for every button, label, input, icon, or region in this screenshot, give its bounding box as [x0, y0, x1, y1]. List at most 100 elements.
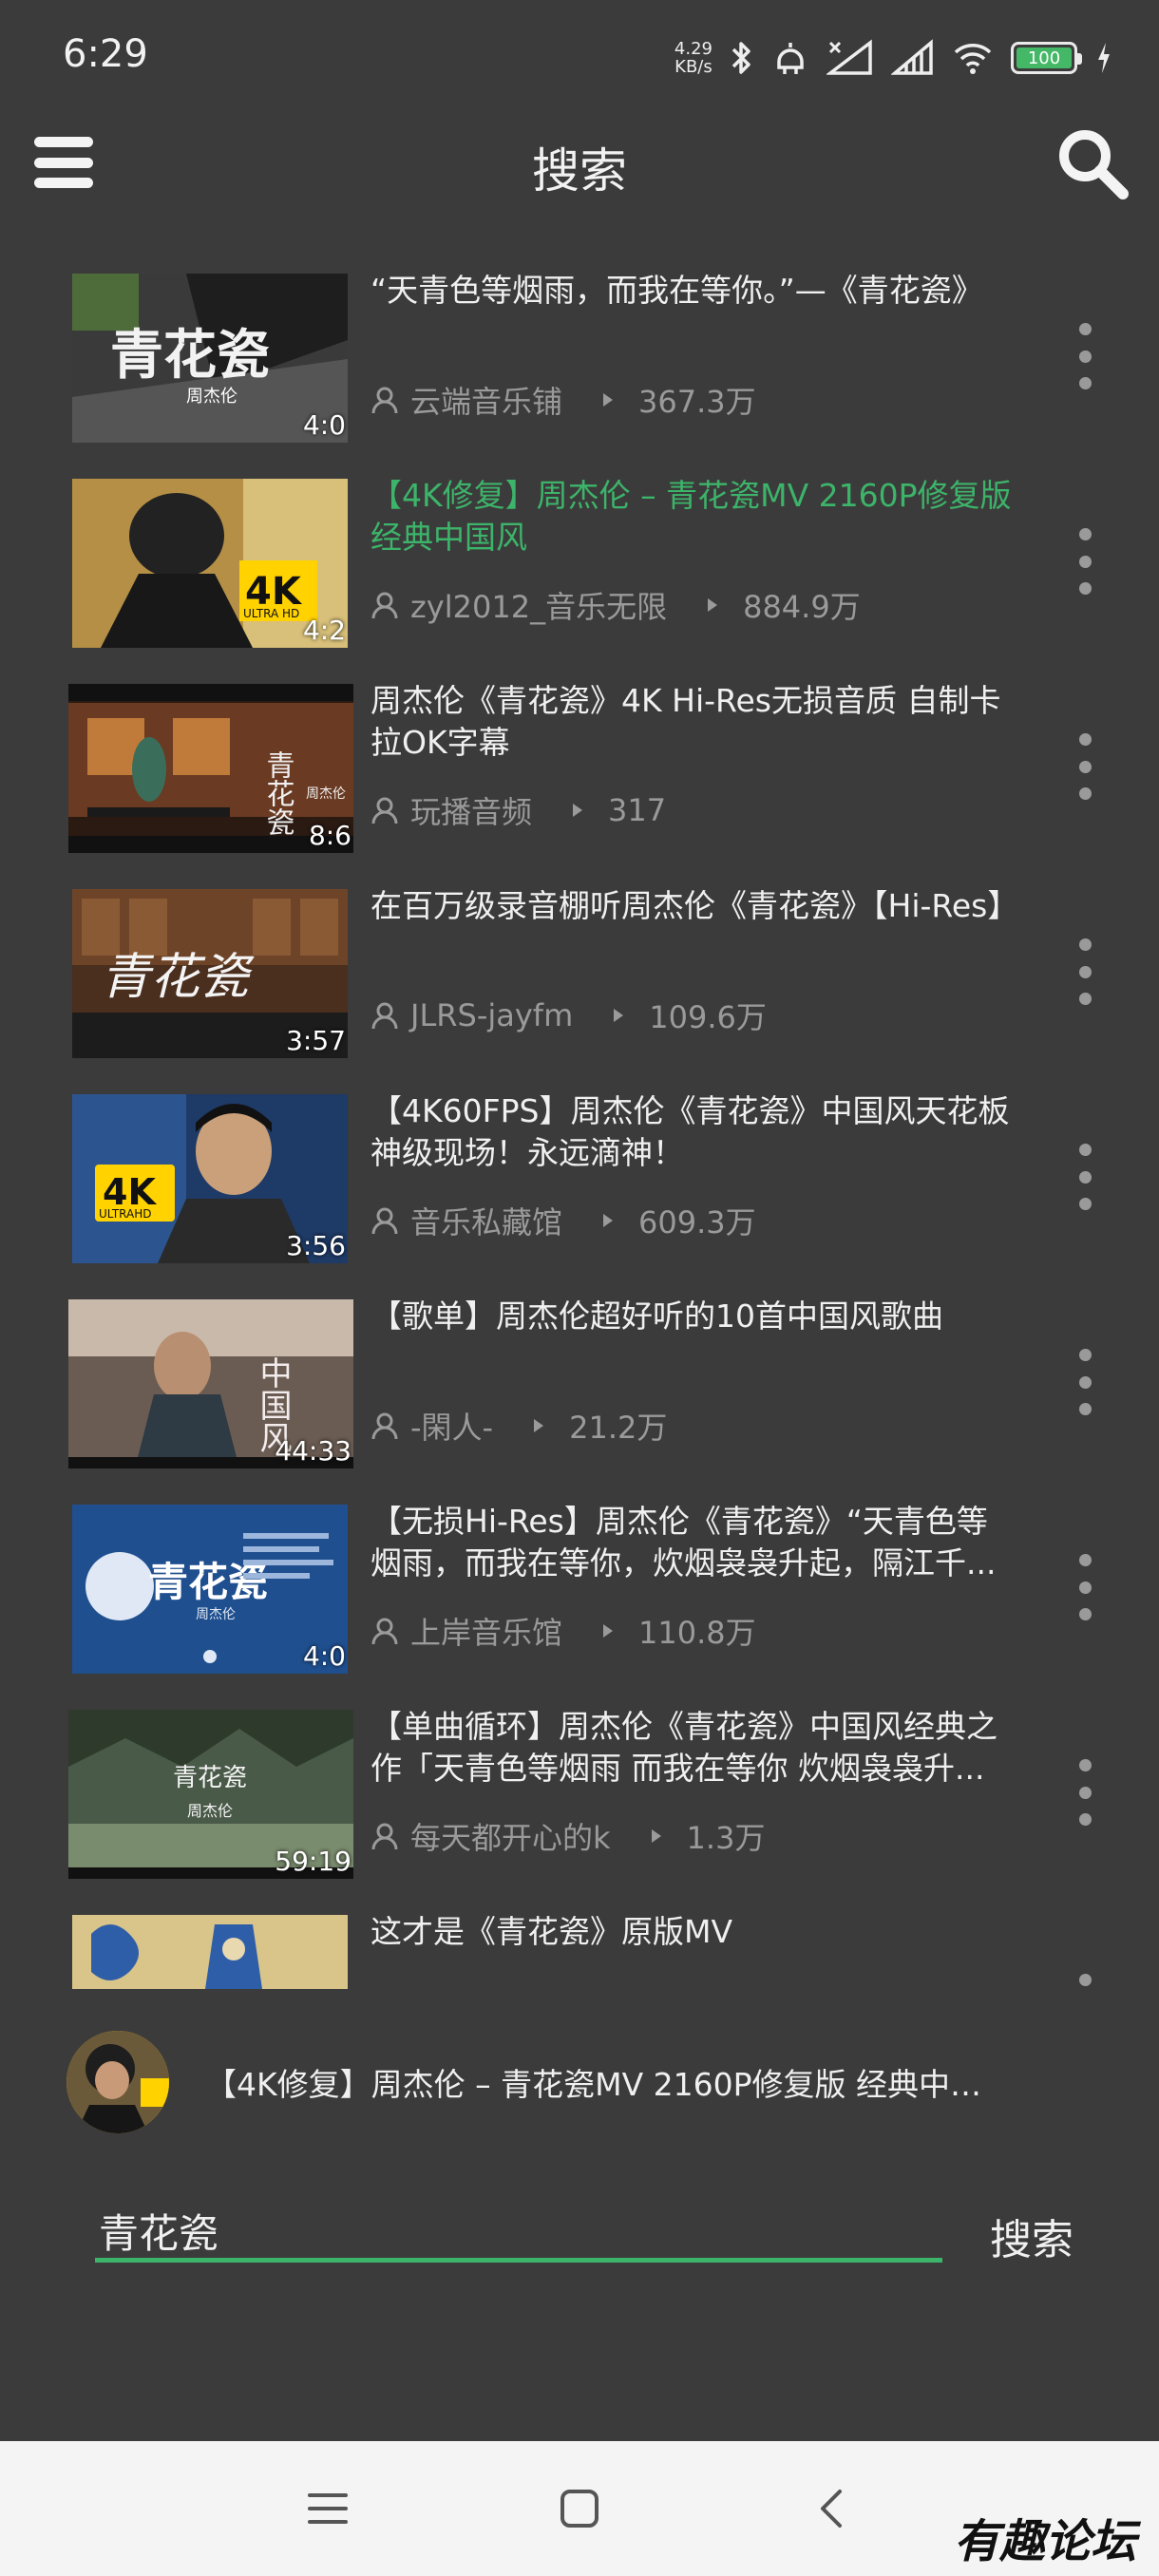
back-icon[interactable]: [798, 2475, 864, 2542]
status-icons: 4.29 KB/s 100: [674, 34, 1113, 82]
net-speed: 4.29 KB/s: [674, 40, 712, 76]
play-count: 109.6万: [649, 999, 767, 1035]
more-options-icon[interactable]: [1075, 1144, 1094, 1210]
search-icon[interactable]: [1053, 123, 1132, 203]
search-button[interactable]: 搜索: [990, 2206, 1074, 2266]
more-options-icon[interactable]: [1075, 1974, 1094, 1987]
video-meta: -閑人- 21.2万: [370, 1404, 667, 1448]
video-thumbnail: 青花瓷 周杰伦 4:0: [72, 1505, 348, 1674]
now-playing-title: 【4K修复】周杰伦 – 青花瓷MV 2160P修复版 经典中…: [205, 2066, 982, 2103]
user-icon: [371, 1207, 398, 1235]
status-bar: 6:29 4.29 KB/s 100: [0, 0, 1159, 114]
play-count-icon: [534, 1419, 544, 1432]
video-meta: 云端音乐铺 367.3万: [370, 378, 756, 422]
play-count: 609.3万: [638, 1204, 756, 1241]
list-item[interactable]: 青花瓷 3:57 在百万级录音棚听周杰伦《青花瓷》【Hi-Res】 JLRS-j…: [0, 881, 1159, 1071]
list-item[interactable]: 青花瓷 周杰伦 8:6 周杰伦《青花瓷》4K Hi-Res无损音质 自制卡拉OK…: [0, 676, 1159, 866]
net-speed-value: 4.29: [674, 39, 712, 59]
user-icon: [371, 1002, 398, 1030]
duration-label: 44:33: [275, 1435, 352, 1467]
more-options-icon[interactable]: [1075, 1554, 1094, 1620]
thumbnail-text: 青花瓷: [101, 949, 255, 1006]
play-count-icon: [614, 1009, 624, 1022]
uploader-name: 玩播音频: [410, 794, 533, 830]
thumbnail-text: 青花瓷: [148, 1559, 268, 1605]
home-icon[interactable]: [546, 2475, 613, 2542]
bluetooth-icon: [730, 39, 754, 77]
video-meta: zyl2012_音乐无限 884.9万: [370, 583, 861, 627]
video-title: 在百万级录音棚听周杰伦《青花瓷》【Hi-Res】: [370, 887, 1016, 924]
wifi-icon: [952, 39, 994, 77]
more-options-icon[interactable]: [1075, 1759, 1094, 1826]
video-thumbnail: [72, 1915, 348, 1989]
play-count-icon: [603, 1624, 614, 1638]
play-count: 317: [608, 792, 667, 828]
video-thumbnail: 4K ULTRAHD 3:56: [72, 1094, 348, 1263]
play-count-icon: [573, 804, 583, 817]
search-input[interactable]: [95, 2204, 942, 2263]
list-item[interactable]: 中国风 44:33 【歌单】周杰伦超好听的10首中国风歌曲 -閑人- 21.2万: [0, 1292, 1159, 1482]
video-meta: JLRS-jayfm 109.6万: [370, 994, 767, 1037]
duration-label: 4:0: [302, 1640, 346, 1672]
more-options-icon[interactable]: [1075, 323, 1094, 389]
play-count: 110.8万: [638, 1615, 756, 1651]
thumbnail-subtext: 周杰伦: [186, 387, 238, 407]
video-meta: 音乐私藏馆 609.3万: [370, 1199, 756, 1242]
battery-icon: 100: [1011, 42, 1082, 74]
video-title: “天青色等烟雨，而我在等你。”—《青花瓷》: [370, 272, 983, 309]
list-item[interactable]: 青花瓷 周杰伦 59:19 【单曲循环】周杰伦《青花瓷》中国风经典之作「天青色等…: [0, 1702, 1159, 1892]
video-thumbnail: 4K ULTRA HD 4:2: [72, 479, 348, 648]
video-title: 【4K60FPS】周杰伦《青花瓷》中国风天花板神级现场！永远滴神！: [370, 1092, 1010, 1171]
thumbnail-text: 青花瓷: [110, 324, 270, 387]
thumbnail-subtext: 周杰伦: [196, 1607, 236, 1622]
watermark: 有趣论坛: [953, 2515, 1136, 2568]
user-icon: [371, 1823, 398, 1850]
uploader-name: -閑人-: [410, 1410, 494, 1446]
list-item[interactable]: 4K ULTRAHD 3:56 【4K60FPS】周杰伦《青花瓷》中国风天花板神…: [0, 1087, 1159, 1277]
play-count-icon: [603, 1214, 614, 1227]
play-count-icon: [651, 1829, 661, 1843]
video-thumbnail: 青花瓷 周杰伦 8:6: [68, 684, 353, 853]
duration-label: 8:6: [308, 820, 352, 851]
thumbnail-text: 青花瓷: [173, 1764, 247, 1792]
play-count-icon: [603, 393, 614, 407]
more-options-icon[interactable]: [1075, 733, 1094, 800]
uploader-name: 音乐私藏馆: [410, 1204, 563, 1241]
more-options-icon[interactable]: [1075, 528, 1094, 595]
signal-icon: [891, 39, 935, 77]
signal-icon: [826, 39, 874, 77]
video-title: 【无损Hi-Res】周杰伦《青花瓷》“天青色等烟雨，而我在等你，炊烟袅袅升起，隔…: [370, 1503, 997, 1582]
thumbnail-text: 青花瓷: [261, 750, 294, 836]
duration-label: 3:57: [286, 1025, 346, 1056]
thumbnail-subtext: 周杰伦: [306, 786, 346, 802]
list-item[interactable]: 这才是《青花瓷》原版MV: [0, 1907, 1159, 1998]
user-icon: [371, 387, 398, 414]
user-icon: [371, 592, 398, 619]
now-playing-bar[interactable]: 【4K修复】周杰伦 – 青花瓷MV 2160P修复版 经典中…: [0, 2023, 1159, 2137]
video-meta: 玩播音频 317: [370, 788, 666, 832]
play-count: 367.3万: [638, 384, 756, 420]
charging-icon: [1094, 39, 1113, 77]
user-icon: [371, 1412, 398, 1440]
more-options-icon[interactable]: [1075, 1349, 1094, 1415]
duration-label: 4:2: [302, 615, 346, 646]
uploader-name: JLRS-jayfm: [410, 997, 574, 1033]
video-title: 【单曲循环】周杰伦《青花瓷》中国风经典之作「天青色等烟雨 而我在等你 炊烟袅袅升…: [370, 1708, 998, 1787]
uploader-name: zyl2012_音乐无限: [410, 589, 668, 625]
video-thumbnail: 中国风 44:33: [68, 1299, 353, 1468]
video-title: 【歌单】周杰伦超好听的10首中国风歌曲: [370, 1297, 943, 1335]
search-row: 搜索: [0, 2185, 1159, 2280]
list-item[interactable]: 青花瓷 周杰伦 4:0 【无损Hi-Res】周杰伦《青花瓷》“天青色等烟雨，而我…: [0, 1497, 1159, 1687]
uploader-name: 云端音乐铺: [410, 384, 563, 420]
more-options-icon[interactable]: [1075, 938, 1094, 1005]
thumbnail-badge-sub: ULTRAHD: [99, 1207, 151, 1221]
list-item[interactable]: 青花瓷 周杰伦 4:0 “天青色等烟雨，而我在等你。”—《青花瓷》 云端音乐铺 …: [0, 266, 1159, 456]
system-nav-bar: 有趣论坛: [0, 2441, 1159, 2576]
list-item[interactable]: 4K ULTRA HD 4:2 【4K修复】周杰伦 – 青花瓷MV 2160P修…: [0, 471, 1159, 661]
duration-label: 4:0: [302, 409, 346, 441]
battery-level: 100: [1016, 47, 1072, 68]
recents-icon[interactable]: [294, 2475, 361, 2542]
play-count: 884.9万: [743, 589, 861, 625]
now-playing-cover[interactable]: [66, 2031, 169, 2133]
user-icon: [371, 797, 398, 824]
